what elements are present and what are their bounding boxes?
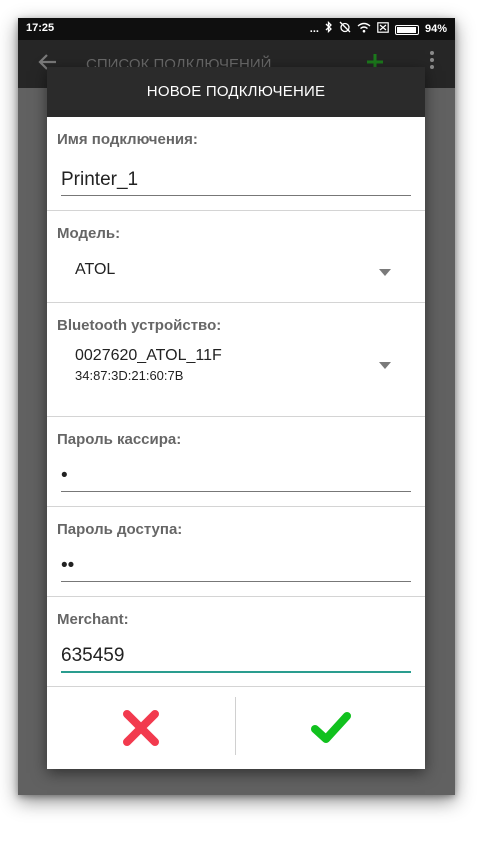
bluetooth-label: Bluetooth устройство: [57, 317, 222, 334]
button-divider [235, 697, 236, 755]
dialog-buttons [47, 687, 425, 769]
status-bar: 17:25 ... 94% [18, 18, 455, 40]
bluetooth-section: Bluetooth устройство: 0027620_ATOL_11F 3… [47, 303, 425, 417]
cross-icon [123, 710, 159, 746]
model-spinner[interactable]: ATOL [75, 261, 395, 279]
bluetooth-device-address: 34:87:3D:21:60:7B [75, 368, 184, 383]
merchant-label: Merchant: [57, 611, 129, 628]
cashier-password-label: Пароль кассира: [57, 431, 182, 448]
access-password-section: Пароль доступа: •• [47, 507, 425, 597]
wifi-icon [357, 22, 371, 38]
confirm-button[interactable] [237, 687, 425, 769]
notification-dots: ... [309, 23, 319, 35]
battery-percent: 94% [424, 23, 447, 35]
cashier-password-value: • [61, 465, 68, 486]
model-value: ATOL [75, 261, 116, 278]
check-icon [311, 712, 351, 743]
merchant-section: Merchant: 635459 [47, 597, 425, 687]
cashier-password-section: Пароль кассира: • [47, 417, 425, 507]
dialog-title: НОВОЕ ПОДКЛЮЧЕНИЕ [47, 67, 425, 117]
status-time: 17:25 [26, 22, 55, 34]
merchant-value: 635459 [61, 645, 125, 666]
connection-name-input[interactable]: Printer_1 [61, 165, 411, 196]
sim-off-icon [377, 21, 389, 38]
bluetooth-device-name: 0027620_ATOL_11F [75, 347, 222, 364]
bluetooth-icon [325, 20, 333, 38]
model-label: Модель: [57, 225, 121, 242]
connection-name-label: Имя подключения: [57, 131, 198, 148]
model-dropdown-caret-icon[interactable] [379, 269, 391, 276]
access-password-input[interactable]: •• [61, 553, 411, 582]
cashier-password-input[interactable]: • [61, 463, 411, 492]
alarm-off-icon [339, 21, 351, 38]
new-connection-dialog: НОВОЕ ПОДКЛЮЧЕНИЕ Имя подключения: Print… [47, 67, 425, 769]
access-password-value: •• [61, 555, 75, 576]
connection-name-value: Printer_1 [61, 169, 139, 190]
bluetooth-spinner[interactable]: 0027620_ATOL_11F 34:87:3D:21:60:7B [75, 347, 395, 383]
model-section: Модель: ATOL [47, 211, 425, 303]
cancel-button[interactable] [47, 687, 235, 769]
overflow-menu-icon[interactable] [429, 50, 435, 70]
status-icons: ... 94% [309, 20, 447, 38]
bluetooth-dropdown-caret-icon[interactable] [379, 362, 391, 369]
access-password-label: Пароль доступа: [57, 521, 183, 538]
battery-icon [394, 24, 419, 35]
connection-name-section: Имя подключения: Printer_1 [47, 117, 425, 211]
merchant-input[interactable]: 635459 [61, 641, 411, 673]
